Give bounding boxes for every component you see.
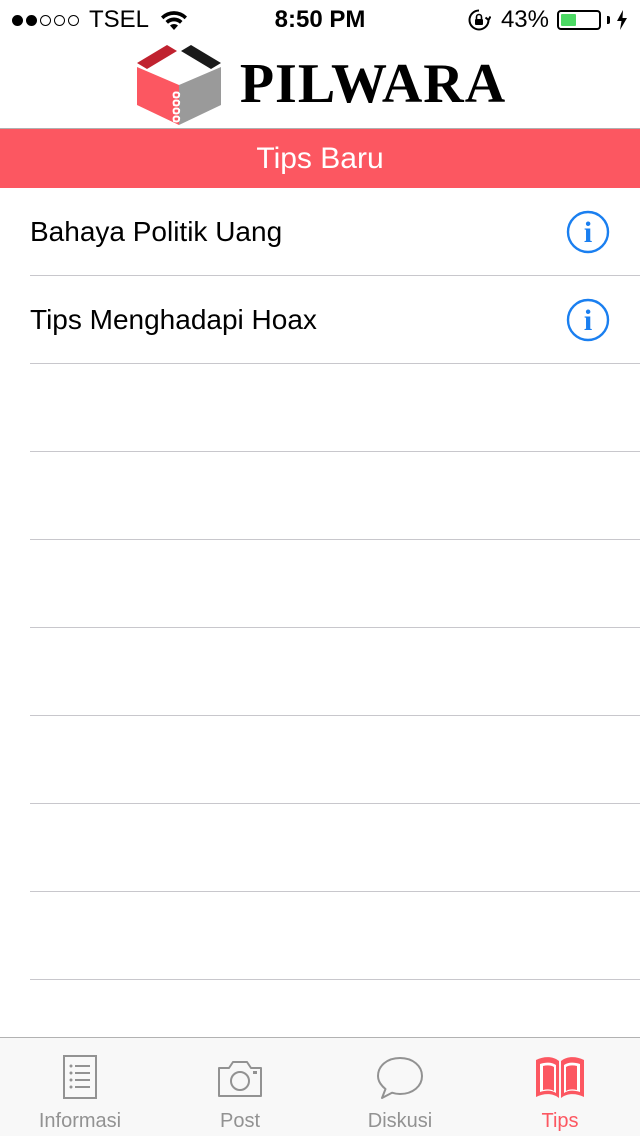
speech-bubble-icon bbox=[377, 1057, 423, 1099]
tips-list-row bbox=[30, 628, 640, 716]
battery-percent: 43% bbox=[500, 6, 549, 33]
tab-diskusi[interactable]: Diskusi bbox=[320, 1038, 480, 1136]
app-header: PILWARA bbox=[0, 40, 640, 128]
rotation-lock-icon bbox=[468, 9, 491, 31]
tips-list-row bbox=[30, 364, 640, 452]
tab-label: Informasi bbox=[38, 1110, 122, 1132]
tips-list-row[interactable]: Tips Menghadapi Hoax i bbox=[30, 276, 640, 364]
tab-post[interactable]: Post bbox=[160, 1038, 320, 1136]
section-title: Tips Baru bbox=[256, 141, 384, 175]
tab-label: Tips bbox=[541, 1110, 579, 1132]
section-banner: Tips Baru bbox=[0, 128, 640, 188]
svg-text:i: i bbox=[584, 216, 592, 249]
tips-list-row bbox=[30, 716, 640, 804]
info-icon: i bbox=[566, 210, 610, 253]
tip-title: Tips Menghadapi Hoax bbox=[30, 303, 317, 335]
ballot-box-logo-icon bbox=[136, 45, 221, 125]
app-brand-title: PILWARA bbox=[239, 53, 507, 115]
camera-icon bbox=[218, 1061, 262, 1097]
tab-bar: Informasi Post Diskusi Tips bbox=[0, 1037, 640, 1136]
info-button[interactable]: i bbox=[566, 210, 610, 254]
svg-text:i: i bbox=[584, 304, 592, 337]
info-button[interactable]: i bbox=[566, 298, 610, 342]
tips-list[interactable]: Bahaya Politik Uang i Tips Menghadapi Hoax… bbox=[0, 188, 640, 1037]
tab-label: Diskusi bbox=[367, 1110, 433, 1132]
charging-bolt-icon bbox=[617, 10, 627, 30]
tips-list-row bbox=[30, 540, 640, 628]
tab-label: Post bbox=[219, 1110, 261, 1132]
book-icon bbox=[536, 1057, 584, 1098]
tab-informasi[interactable]: Informasi bbox=[0, 1038, 160, 1136]
tips-list-row[interactable]: Bahaya Politik Uang i bbox=[30, 188, 640, 276]
tips-list-row bbox=[30, 804, 640, 892]
tip-title: Bahaya Politik Uang bbox=[30, 215, 283, 247]
battery-level bbox=[561, 14, 576, 26]
status-bar: TSEL 8:50 PM 43% bbox=[0, 0, 640, 40]
tips-list-row bbox=[30, 452, 640, 540]
status-right: 43% bbox=[467, 6, 628, 34]
list-document-icon bbox=[63, 1055, 97, 1099]
tips-list-row bbox=[30, 892, 640, 980]
tips-list-row bbox=[30, 980, 640, 1037]
info-icon: i bbox=[566, 298, 610, 341]
tab-tips[interactable]: Tips bbox=[480, 1038, 640, 1136]
battery-icon bbox=[557, 10, 601, 30]
